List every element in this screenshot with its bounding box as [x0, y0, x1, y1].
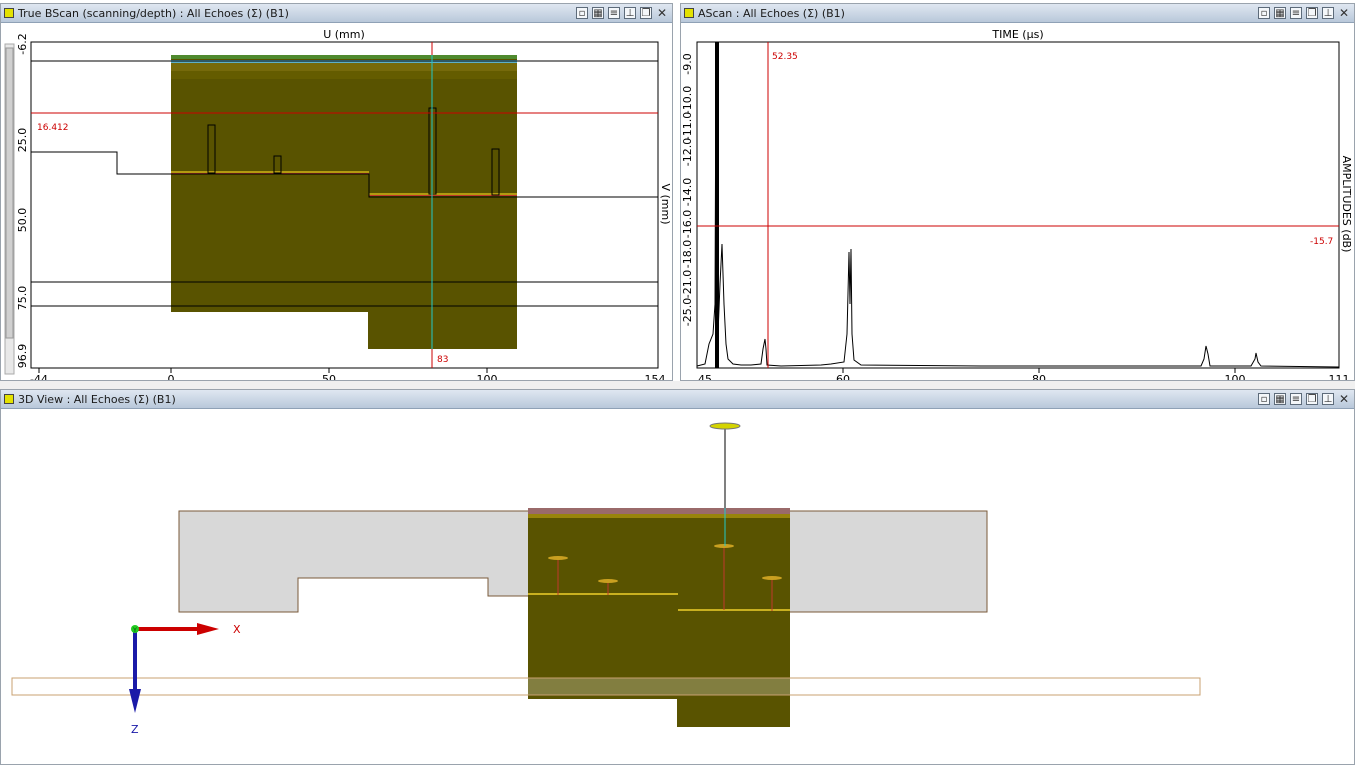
bscan-title: True BScan (scanning/depth) : All Echoes… — [18, 7, 289, 20]
scan-volume — [528, 508, 790, 699]
axis-y-label: Y — [132, 627, 137, 634]
ascan-y-tick: -10.0 — [681, 86, 694, 114]
view3d-title: 3D View : All Echoes (Σ) (B1) — [18, 393, 176, 406]
bscan-titlebar[interactable]: True BScan (scanning/depth) : All Echoes… — [1, 4, 672, 23]
settings-icon[interactable]: ▦ — [1274, 393, 1286, 405]
pin-icon[interactable]: ⊥ — [624, 7, 636, 19]
ascan-y-tick: -11.0 — [681, 112, 694, 140]
new-document-icon[interactable]: ▫ — [1258, 7, 1270, 19]
restore-icon[interactable]: ❐ — [640, 7, 652, 19]
bscan-y-tick: -6.2 — [16, 33, 29, 54]
axis-x-label: X — [233, 623, 241, 636]
view3d-titlebar[interactable]: 3D View : All Echoes (Σ) (B1) ▫ ▦ ≡ ❐ ⊥ … — [1, 390, 1354, 409]
bscan-x-tick: 50 — [322, 373, 336, 381]
close-icon[interactable]: ✕ — [1338, 7, 1350, 19]
bscan-x-tick: 0 — [168, 373, 175, 381]
bscan-y-axis-label: V (mm) — [659, 183, 672, 224]
x-axis-arrow-icon — [197, 623, 219, 635]
restore-icon[interactable]: ❐ — [1306, 7, 1318, 19]
ascan-title: AScan : All Echoes (Σ) (B1) — [698, 7, 845, 20]
axis-z-label: Z — [131, 723, 139, 736]
bscan-plot[interactable]: 16.412 83 U (mm) V (mm) -44 0 50 100 154… — [1, 23, 673, 381]
horizontal-splitter[interactable] — [0, 381, 1355, 389]
panel-color-indicator — [684, 8, 694, 18]
bscan-image — [171, 55, 517, 312]
plate-outline — [11, 677, 1201, 696]
ascan-y-tick: -16.0 — [681, 210, 694, 238]
bscan-y-tick: 75.0 — [16, 286, 29, 311]
ascan-y-tick: -18.0 — [681, 240, 694, 268]
ascan-x-tick: 100 — [1225, 373, 1246, 381]
z-axis-arrow-icon — [129, 689, 141, 713]
scrollbar-thumb[interactable] — [5, 47, 14, 339]
bscan-y-tick: 50.0 — [16, 208, 29, 233]
settings-icon[interactable]: ▦ — [592, 7, 604, 19]
pin-icon[interactable]: ⊥ — [1322, 7, 1334, 19]
new-document-icon[interactable]: ▫ — [576, 7, 588, 19]
ascan-titlebar[interactable]: AScan : All Echoes (Σ) (B1) ▫ ▦ ≡ ❐ ⊥ ✕ — [681, 4, 1354, 23]
ascan-x-tick: 111 — [1329, 373, 1350, 381]
bscan-y-tick: 25.0 — [16, 128, 29, 153]
view3d-panel[interactable]: 3D View : All Echoes (Σ) (B1) ▫ ▦ ≡ ❐ ⊥ … — [0, 389, 1355, 765]
bscan-x-tick: 154 — [645, 373, 666, 381]
ascan-x-tick: 60 — [836, 373, 850, 381]
pin-icon[interactable]: ⊥ — [1322, 393, 1334, 405]
ascan-x-axis-label: TIME (µs) — [991, 28, 1043, 41]
panel-color-indicator — [4, 394, 14, 404]
bscan-panel[interactable]: True BScan (scanning/depth) : All Echoes… — [0, 3, 673, 381]
ascan-y-tick: -9.0 — [681, 53, 694, 74]
bscan-depth-readout: 16.412 — [37, 123, 69, 133]
view3d-canvas[interactable]: Y X Z — [1, 409, 1355, 765]
probe-icon[interactable] — [709, 422, 741, 430]
database-icon[interactable]: ≡ — [608, 7, 620, 19]
close-icon[interactable]: ✕ — [1338, 393, 1350, 405]
bscan-x-tick: 100 — [477, 373, 498, 381]
panel-color-indicator — [4, 8, 14, 18]
bscan-y-tick: 96.9 — [16, 344, 29, 369]
restore-icon[interactable]: ❐ — [1306, 393, 1318, 405]
bscan-x-tick: -44 — [30, 373, 48, 381]
ascan-amp-readout: -15.7 — [1310, 237, 1333, 247]
close-icon[interactable]: ✕ — [656, 7, 668, 19]
ascan-plot[interactable]: 52.35 -15.7 TIME (µs) AMPLITUDES (dB) 45… — [681, 23, 1355, 381]
ascan-y-tick: -25.0 — [681, 298, 694, 326]
ascan-time-readout: 52.35 — [772, 52, 798, 62]
bscan-x-axis-label: U (mm) — [323, 28, 365, 41]
database-icon[interactable]: ≡ — [1290, 7, 1302, 19]
ascan-y-tick: -12.0 — [681, 138, 694, 166]
ascan-y-tick: -14.0 — [681, 178, 694, 206]
bscan-scan-readout: 83 — [437, 355, 448, 365]
ascan-y-tick: -21.0 — [681, 270, 694, 298]
ascan-y-axis-label: AMPLITUDES (dB) — [1340, 156, 1353, 253]
ascan-x-tick: 80 — [1032, 373, 1046, 381]
ascan-panel[interactable]: AScan : All Echoes (Σ) (B1) ▫ ▦ ≡ ❐ ⊥ ✕ … — [680, 3, 1355, 381]
settings-icon[interactable]: ▦ — [1274, 7, 1286, 19]
new-document-icon[interactable]: ▫ — [1258, 393, 1270, 405]
database-icon[interactable]: ≡ — [1290, 393, 1302, 405]
ascan-x-tick: 45 — [698, 373, 712, 381]
